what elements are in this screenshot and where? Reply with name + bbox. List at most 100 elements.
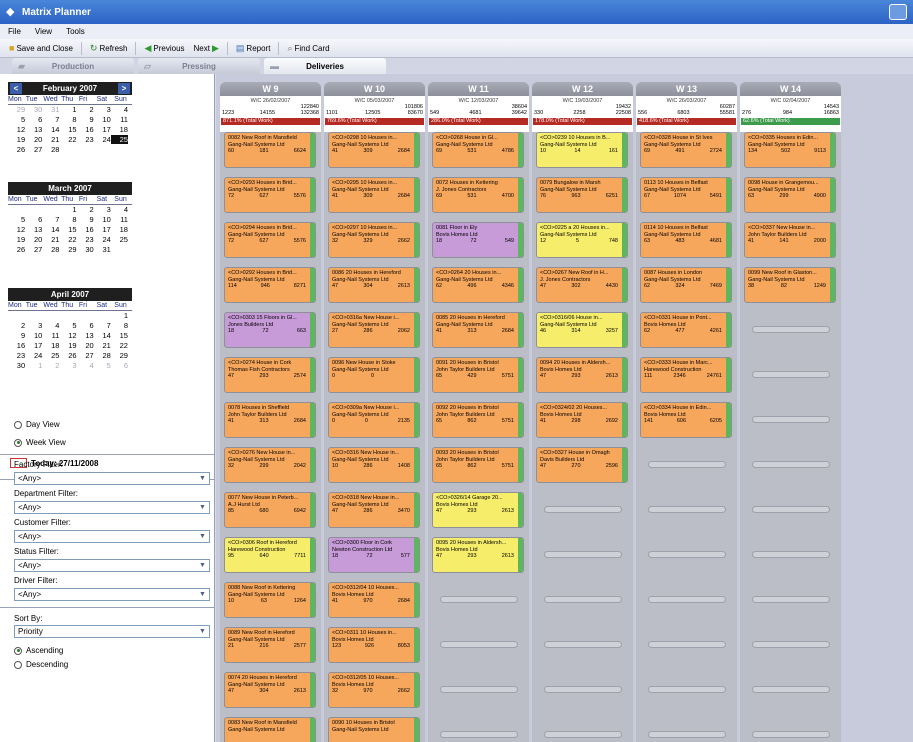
calendar-day[interactable]: 30 <box>77 245 93 254</box>
chevron-down-icon[interactable]: ▼ <box>197 627 208 636</box>
next-button[interactable]: Next ▶ <box>191 41 222 56</box>
empty-slot[interactable] <box>752 686 830 693</box>
job-card[interactable]: <CO>0316/06 House in... Gang-Nail Systems… <box>536 312 628 348</box>
calendar-day[interactable]: 21 <box>94 341 111 350</box>
empty-slot[interactable] <box>752 596 830 603</box>
calendar-day[interactable]: 11 <box>111 115 128 124</box>
job-card[interactable]: 0114 10 Houses in Belfast Gang-Nail Syste… <box>640 222 732 258</box>
calendar-day[interactable]: 23 <box>8 351 25 360</box>
filter-select[interactable]: <Any> ▼ <box>14 501 210 514</box>
calendar-day[interactable]: 26 <box>8 245 25 254</box>
calendar-day[interactable]: 27 <box>77 351 93 360</box>
empty-slot[interactable] <box>648 551 726 558</box>
calendar-day[interactable] <box>25 311 42 320</box>
calendar-day[interactable]: 10 <box>25 331 42 340</box>
calendar-day[interactable]: 4 <box>42 321 59 330</box>
calendar-day[interactable]: 2 <box>8 321 25 330</box>
calendar-day[interactable]: 24 <box>94 235 111 244</box>
job-card[interactable]: 0099 New Roof in Glaston... Gang-Nail Sys… <box>744 267 836 303</box>
chevron-down-icon[interactable]: ▼ <box>197 503 208 512</box>
calendar-day[interactable] <box>59 311 76 320</box>
empty-slot[interactable] <box>440 686 518 693</box>
calendar-day[interactable]: 16 <box>77 125 93 134</box>
calendar-day[interactable]: 5 <box>8 215 25 224</box>
calendar-day[interactable]: 20 <box>77 341 93 350</box>
calendar-day[interactable] <box>77 311 94 320</box>
empty-slot[interactable] <box>752 326 830 333</box>
calendar-day[interactable]: 7 <box>94 321 111 330</box>
job-card[interactable]: <CO>0318 New House in... Gang-Nail System… <box>328 492 420 528</box>
calendar-day[interactable]: 6 <box>111 361 128 370</box>
calendar-day[interactable]: 10 <box>94 215 111 224</box>
chevron-down-icon[interactable]: ▼ <box>197 532 208 541</box>
save-close-button[interactable]: ■ Save and Close <box>6 41 76 56</box>
chevron-down-icon[interactable]: ▼ <box>197 590 208 599</box>
empty-slot[interactable] <box>544 731 622 738</box>
calendar-day[interactable] <box>59 145 76 154</box>
week-header[interactable]: W 10 <box>324 82 425 96</box>
job-card[interactable]: <CO>0324/02 20 Houses... Bovis Homes Ltd 4… <box>536 402 628 438</box>
job-card[interactable]: 0093 20 Houses in Bristol John Taylor Bui… <box>432 447 524 483</box>
job-card[interactable]: <CO>0316a New House i... Gang-Nail System… <box>328 312 420 348</box>
calendar-day[interactable]: 20 <box>25 235 42 244</box>
calendar-day[interactable] <box>94 145 111 154</box>
job-card[interactable]: <CO>0326/14 Garage 20... Bovis Homes Ltd 4… <box>432 492 524 528</box>
filter-select[interactable]: <Any> ▼ <box>14 559 210 572</box>
job-card[interactable]: <CO>0311 10 Houses in... Bovis Homes Ltd 1… <box>328 627 420 663</box>
calendar-day[interactable]: 11 <box>42 331 60 340</box>
calendar-day[interactable]: 2 <box>77 105 94 114</box>
calendar-day[interactable]: 13 <box>77 331 93 340</box>
empty-slot[interactable] <box>752 551 830 558</box>
job-card[interactable]: <CO>0268 House in Gl... Gang-Nail Systems… <box>432 132 524 168</box>
job-card[interactable]: <CO>0312/04 10 Houses... Bovis Homes Ltd 4… <box>328 582 420 618</box>
week-header[interactable]: W 13 <box>636 82 737 96</box>
empty-slot[interactable] <box>752 461 830 468</box>
calendar-day[interactable]: 5 <box>59 321 76 330</box>
calendar-day[interactable]: 20 <box>25 135 42 144</box>
calendar-day[interactable]: 8 <box>111 321 128 330</box>
calendar-day[interactable]: 2 <box>77 205 94 214</box>
week-header[interactable]: W 9 <box>220 82 321 96</box>
job-card[interactable]: <CO>0309a New House i... Gang-Nail System… <box>328 402 420 438</box>
empty-slot[interactable] <box>440 596 518 603</box>
calendar-day[interactable]: 12 <box>8 125 25 134</box>
calendar-day[interactable]: 17 <box>94 225 111 234</box>
calendar-day[interactable]: 24 <box>25 351 42 360</box>
empty-slot[interactable] <box>648 461 726 468</box>
calendar-day[interactable]: 3 <box>25 321 42 330</box>
chevron-down-icon[interactable]: ▼ <box>197 474 208 483</box>
job-card[interactable]: 0090 10 Houses in Bristol Gang-Nail Syste… <box>328 717 420 742</box>
calendar-day[interactable]: 24 <box>94 135 111 144</box>
calendar-day[interactable]: 4 <box>111 105 128 114</box>
menu-tools[interactable]: Tools <box>66 27 85 36</box>
calendar-day[interactable]: 9 <box>77 115 94 124</box>
menu-file[interactable]: File <box>8 27 21 36</box>
empty-slot[interactable] <box>544 506 622 513</box>
job-card[interactable]: 0082 New Roof in Mansfield Gang-Nail Syst… <box>224 132 316 168</box>
calendar-day[interactable]: 10 <box>94 115 111 124</box>
empty-slot[interactable] <box>544 686 622 693</box>
calendar-day[interactable]: 29 <box>111 351 128 360</box>
calendar-day[interactable]: 28 <box>42 245 59 254</box>
calendar-day[interactable]: 29 <box>59 245 76 254</box>
job-card[interactable]: <CO>0267 New Roof in H... J. Jones Contra… <box>536 267 628 303</box>
chevron-down-icon[interactable]: ▼ <box>197 561 208 570</box>
job-card[interactable]: 0096 New House in Stoke Gang-Nail Systems… <box>328 357 420 393</box>
calendar-day[interactable]: 14 <box>94 331 111 340</box>
job-card[interactable]: 0087 Houses in London Gang-Nail Systems L… <box>640 267 732 303</box>
week-header[interactable]: W 14 <box>740 82 841 96</box>
job-card[interactable]: <CO>0293 Houses in Brid... Gang-Nail Syst… <box>224 177 316 213</box>
job-card[interactable]: 0091 20 Houses in Bristol John Taylor Bui… <box>432 357 524 393</box>
calendar-day[interactable]: 8 <box>59 115 76 124</box>
calendar-day[interactable]: 3 <box>59 361 76 370</box>
calendar-day[interactable]: 5 <box>8 115 25 124</box>
calendar-day[interactable]: 11 <box>111 215 128 224</box>
job-card[interactable]: <CO>0225 a 20 Houses in... Gang-Nail Syst… <box>536 222 628 258</box>
job-card[interactable]: <CO>0335 Houses in Edin... Gang-Nail Syst… <box>744 132 836 168</box>
refresh-button[interactable]: ↻ Refresh <box>87 41 131 56</box>
empty-slot[interactable] <box>440 731 518 738</box>
calendar-day[interactable]: 12 <box>8 225 25 234</box>
calendar-day[interactable]: 18 <box>111 225 128 234</box>
calendar-day[interactable]: 26 <box>8 145 25 154</box>
menu-view[interactable]: View <box>35 27 52 36</box>
